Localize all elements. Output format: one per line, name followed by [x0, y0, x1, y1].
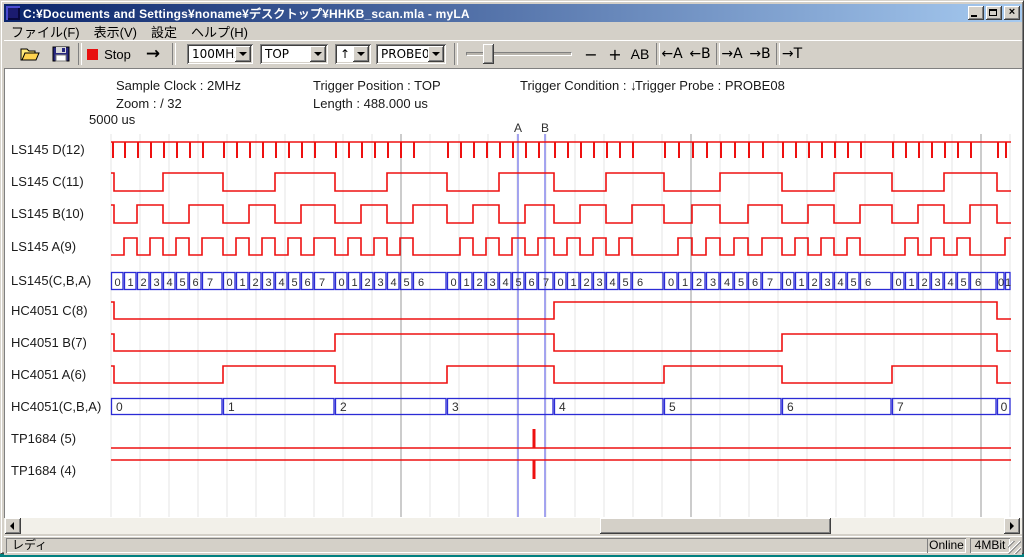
save-button[interactable]: [48, 43, 74, 65]
position-combo-dropdown[interactable]: [310, 46, 326, 62]
edge-combo-dropdown[interactable]: [353, 46, 369, 62]
trigger-probe-info: Trigger Probe : PROBE08: [635, 78, 785, 93]
trigger-edge-value: ↑: [340, 47, 350, 61]
probe-combo-dropdown[interactable]: [428, 46, 444, 62]
status-bar: レディ Online 4MBit: [4, 536, 1022, 555]
zoom-ab-button[interactable]: AB: [628, 43, 652, 65]
stop-button[interactable]: Stop: [84, 43, 134, 65]
status-message: レディ: [6, 538, 928, 553]
toolbar: Stop → 100MHz TOP ↑ PROBE00 − + AB ←A ←: [4, 40, 1022, 68]
chevron-down-icon: [432, 52, 440, 56]
channel-label: LS145 A(9): [11, 239, 109, 255]
chevron-down-icon: [314, 52, 322, 56]
goto-trigger-button[interactable]: →T: [780, 43, 804, 65]
trigger-probe-combo[interactable]: PROBE00: [376, 44, 446, 64]
open-folder-icon: [20, 46, 40, 62]
floppy-disk-icon: [52, 46, 70, 62]
chevron-down-icon: [357, 52, 365, 56]
channel-label: LS145 C(11): [11, 174, 109, 190]
open-file-button[interactable]: [16, 43, 44, 65]
waveform-client-area: [4, 68, 1022, 518]
maximize-icon: [989, 9, 997, 16]
close-icon: ×: [1009, 6, 1015, 18]
stop-label: Stop: [104, 47, 131, 62]
menu-item[interactable]: 表示(V): [87, 21, 144, 42]
horizontal-scrollbar[interactable]: [4, 518, 1022, 534]
run-button[interactable]: →: [140, 43, 166, 65]
online-status-badge: Online: [927, 538, 966, 553]
clock-combo-dropdown[interactable]: [235, 46, 251, 62]
channel-label: HC4051 B(7): [11, 335, 109, 351]
channel-label: TP1684 (4): [11, 463, 109, 479]
app-icon[interactable]: [6, 6, 20, 20]
goto-marker-b-button[interactable]: ←B: [688, 43, 712, 65]
sample-clock-info: Sample Clock : 2MHz: [116, 78, 241, 93]
scroll-left-button[interactable]: [5, 518, 21, 534]
zoom-slider-handle[interactable]: [483, 44, 494, 64]
set-marker-b-button[interactable]: →B: [748, 43, 772, 65]
goto-a-label: ←A: [661, 46, 682, 62]
channel-label: HC4051(C,B,A): [11, 399, 109, 415]
trigger-position-info: Trigger Position : TOP: [313, 78, 441, 93]
zoom-out-button[interactable]: −: [582, 43, 600, 65]
channel-label: LS145 B(10): [11, 206, 109, 222]
title-bar[interactable]: C:¥Documents and Settings¥noname¥デスクトップ¥…: [4, 4, 1022, 22]
minimize-button[interactable]: [968, 6, 984, 20]
plus-icon: +: [608, 45, 621, 64]
zoom-info: Zoom : / 32: [116, 96, 182, 111]
trigger-edge-combo[interactable]: ↑: [335, 44, 371, 64]
channel-label: LS145(C,B,A): [11, 273, 109, 289]
stop-icon: [87, 49, 98, 60]
length-info: Length : 488.000 us: [313, 96, 428, 111]
goto-b-label: ←B: [689, 46, 710, 62]
set-b-label: →B: [749, 46, 770, 62]
channel-label: HC4051 A(6): [11, 367, 109, 383]
run-arrow-icon: →: [146, 44, 160, 64]
scrollbar-thumb[interactable]: [600, 518, 831, 534]
toolbar-separator: [454, 43, 458, 65]
scroll-right-button[interactable]: [1004, 518, 1020, 534]
memory-size-badge: 4MBit: [970, 538, 1010, 553]
menu-bar: ファイル(F)表示(V)設定ヘルプ(H): [4, 22, 1022, 40]
channel-label: LS145 D(12): [11, 142, 109, 158]
sample-clock-value: 100MHz: [192, 47, 241, 61]
toolbar-separator: [78, 43, 82, 65]
minimize-icon: [971, 15, 977, 17]
triangle-right-icon: [1010, 522, 1014, 530]
chevron-down-icon: [239, 52, 247, 56]
zoom-in-button[interactable]: +: [606, 43, 624, 65]
goto-t-label: →T: [782, 46, 802, 62]
maximize-button[interactable]: [986, 6, 1002, 20]
sample-clock-combo[interactable]: 100MHz: [187, 44, 253, 64]
time-scale-label: 5000 us: [89, 112, 135, 127]
minus-icon: −: [584, 45, 597, 64]
trigger-position-combo[interactable]: TOP: [260, 44, 328, 64]
set-a-label: →A: [721, 46, 742, 62]
app-window: C:¥Documents and Settings¥noname¥デスクトップ¥…: [0, 0, 1024, 554]
channel-label: HC4051 C(8): [11, 303, 109, 319]
channel-label: TP1684 (5): [11, 431, 109, 447]
goto-marker-a-button[interactable]: ←A: [660, 43, 684, 65]
set-marker-a-button[interactable]: →A: [720, 43, 744, 65]
window-title: C:¥Documents and Settings¥noname¥デスクトップ¥…: [23, 5, 470, 22]
zoom-slider-track[interactable]: [466, 52, 572, 56]
resize-grip[interactable]: [1008, 541, 1021, 554]
menu-item[interactable]: ヘルプ(H): [184, 21, 255, 42]
triangle-left-icon: [10, 522, 14, 530]
trigger-condition-info: Trigger Condition : ↓: [520, 78, 637, 93]
ab-label: AB: [631, 46, 650, 62]
menu-item[interactable]: 設定: [144, 21, 184, 42]
close-button[interactable]: ×: [1004, 6, 1020, 20]
toolbar-separator: [172, 43, 176, 65]
menu-item[interactable]: ファイル(F): [4, 21, 87, 42]
trigger-position-value: TOP: [265, 47, 289, 61]
